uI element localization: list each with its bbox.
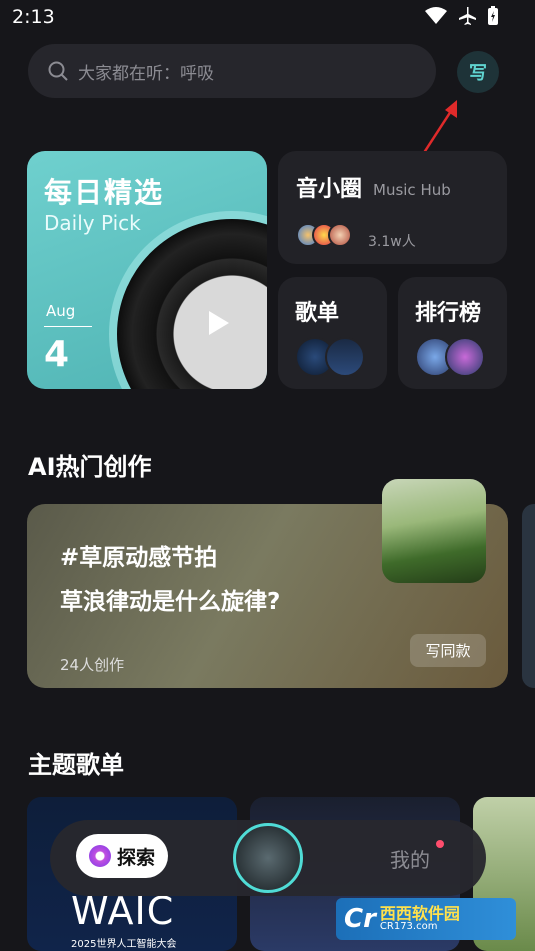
airplane-icon [459, 7, 476, 25]
ai-section-title: AI热门创作 [28, 453, 152, 481]
wifi-icon [425, 7, 447, 24]
status-time: 2:13 [12, 6, 55, 28]
nav-me[interactable]: 我的 [390, 844, 430, 873]
explore-icon [88, 845, 111, 867]
search-bar[interactable]: 大家都在听：呼吸 [28, 44, 436, 98]
watermark-name: 西西软件园 [379, 904, 460, 923]
battery-icon [488, 6, 498, 25]
ai-cover-thumb [382, 479, 486, 583]
ai-question: 草浪律动是什么旋律? [60, 589, 281, 615]
search-placeholder: 大家都在听：呼吸 [78, 63, 214, 84]
ranking-thumb [445, 337, 485, 377]
avatar [328, 223, 352, 247]
ai-next-card[interactable] [522, 504, 535, 688]
ai-tag: #草原动感节拍 [60, 545, 218, 571]
ranking-title: 排行榜 [415, 301, 482, 326]
vinyl-record [117, 219, 267, 389]
playlist-title: 歌单 [295, 301, 340, 326]
daily-title: 每日精选 [44, 176, 165, 209]
notification-dot [436, 840, 444, 848]
daily-subtitle: Daily Pick [44, 211, 141, 235]
playlist-card[interactable]: 歌单 [278, 277, 387, 389]
bottom-nav: 探索 我的 [50, 820, 486, 896]
daily-pick-card[interactable]: 每日精选 Daily Pick Aug 4 [27, 151, 267, 389]
write-same-button[interactable]: 写同款 [410, 634, 486, 667]
music-hub-card[interactable]: 音小圈 Music Hub 3.1w人 [278, 151, 507, 264]
mini-player[interactable] [233, 823, 303, 893]
hub-avatars [296, 223, 352, 247]
hub-subtitle: Music Hub [373, 181, 451, 199]
date-divider [44, 326, 92, 327]
hub-count: 3.1w人 [368, 234, 416, 250]
ai-creator-count: 24人创作 [60, 656, 125, 674]
play-icon[interactable] [209, 311, 229, 335]
hub-title: 音小圈 [296, 177, 363, 202]
watermark-url: CR173.com [379, 921, 438, 932]
nav-explore-label: 探索 [116, 846, 155, 869]
theme-section-title: 主题歌单 [28, 751, 124, 779]
playlist-thumb [325, 337, 365, 377]
watermark-logo: Cr [344, 904, 376, 934]
watermark: Cr 西西软件园 CR173.com [336, 898, 516, 940]
ranking-thumbs [415, 337, 485, 377]
playlist-thumbs [295, 337, 365, 377]
status-icons [425, 6, 499, 26]
nav-explore[interactable]: 探索 [76, 834, 168, 878]
write-button[interactable]: 写 [457, 51, 499, 93]
theme-card-subcaption: 2025世界人工智能大会 [71, 939, 177, 950]
ranking-card[interactable]: 排行榜 [398, 277, 507, 389]
daily-month: Aug [46, 302, 76, 320]
search-icon [48, 61, 68, 81]
status-bar: 2:13 [0, 0, 535, 36]
daily-day: 4 [44, 334, 70, 375]
